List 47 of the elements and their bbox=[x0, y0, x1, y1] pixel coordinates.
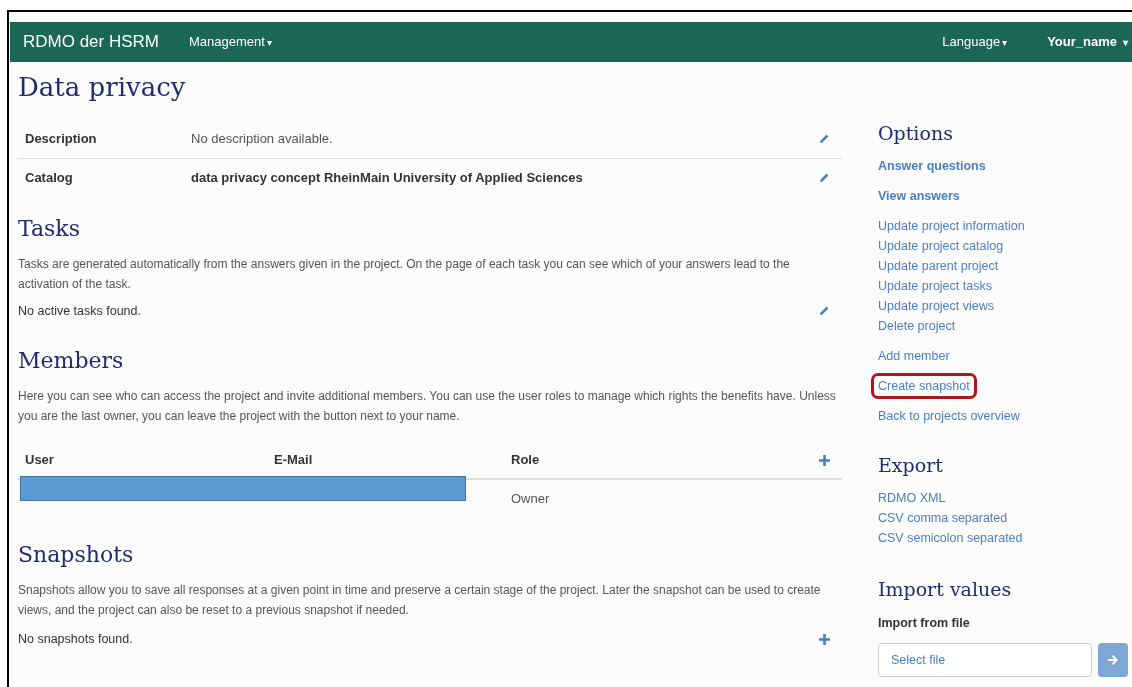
option-link[interactable]: Update project tasks bbox=[878, 276, 992, 296]
info-value: No description available. bbox=[191, 130, 334, 149]
option-link[interactable]: Back to projects overview bbox=[878, 406, 1020, 426]
table-cell-text: Owner bbox=[511, 490, 550, 509]
page-title: Data privacy bbox=[18, 71, 187, 104]
info-label: Catalog bbox=[25, 168, 74, 187]
empty-message: No snapshots found. bbox=[18, 630, 134, 648]
option-link[interactable]: Update parent project bbox=[878, 256, 999, 276]
sidebar-heading: Options bbox=[878, 120, 954, 146]
add-icon[interactable] bbox=[819, 633, 830, 645]
sidebar-heading: Import values bbox=[878, 576, 1013, 602]
option-link[interactable]: Answer questions bbox=[878, 156, 986, 176]
section-heading: Members bbox=[18, 346, 125, 375]
info-value: data privacy concept RheinMain University of Applied Sciences bbox=[191, 168, 584, 187]
option-link[interactable]: Update project views bbox=[878, 296, 995, 316]
option-link[interactable]: Add member bbox=[878, 346, 950, 366]
edit-icon[interactable] bbox=[818, 305, 830, 317]
option-link[interactable]: Update project catalog bbox=[878, 236, 1004, 256]
brand-link[interactable]: RDMO der HSRM bbox=[10, 29, 189, 55]
export-link[interactable]: CSV comma separated bbox=[878, 508, 1008, 528]
section-heading: Tasks bbox=[18, 214, 81, 243]
option-link[interactable]: Create snapshot bbox=[874, 376, 974, 396]
submit-button[interactable] bbox=[1098, 642, 1128, 677]
field-label: Import from file bbox=[878, 615, 971, 632]
export-link[interactable]: RDMO XML bbox=[878, 488, 946, 508]
arrow-icon bbox=[1107, 653, 1119, 666]
option-link[interactable]: View answers bbox=[878, 186, 960, 206]
edit-icon[interactable] bbox=[818, 171, 830, 184]
section-heading: Snapshots bbox=[18, 540, 135, 569]
section-text: Tasks are generated automatically from the answers given in the project. On the page of each task you can see which of your answers lead to the activation of the task. bbox=[18, 256, 791, 293]
nav-menu[interactable]: Language▾ bbox=[942, 32, 1048, 52]
option-link[interactable]: Update project information bbox=[878, 216, 1025, 236]
edit-icon[interactable] bbox=[818, 133, 830, 145]
empty-message: No active tasks found. bbox=[18, 302, 142, 320]
export-link[interactable]: CSV semicolon separated bbox=[878, 528, 1023, 548]
info-label: Description bbox=[25, 130, 98, 149]
column-header: User bbox=[25, 451, 55, 470]
file-field[interactable]: Select file bbox=[878, 642, 1092, 677]
nav-menu[interactable]: Management▾ bbox=[189, 32, 312, 52]
column-header: E-Mail bbox=[274, 451, 314, 470]
option-link[interactable]: Delete project bbox=[878, 316, 956, 336]
sidebar-heading: Export bbox=[878, 452, 944, 478]
column-header: Role bbox=[511, 451, 541, 470]
section-text: Here you can see who can access the project and invite additional members. You can use the user roles to manage which rights the benefits have. Unless you are the last owner, you can leave the project with the button next to your name. bbox=[18, 388, 837, 425]
add-icon[interactable] bbox=[819, 454, 830, 466]
nav-menu[interactable]: Your_name ▾ bbox=[1047, 32, 1132, 52]
section-text: Snapshots allow you to save all responses at a given point in time and preserve a certain stage of the project. Later the snapshot can be used to create views, and the project can also be reset to a previous snapshot if needed. bbox=[18, 582, 822, 619]
